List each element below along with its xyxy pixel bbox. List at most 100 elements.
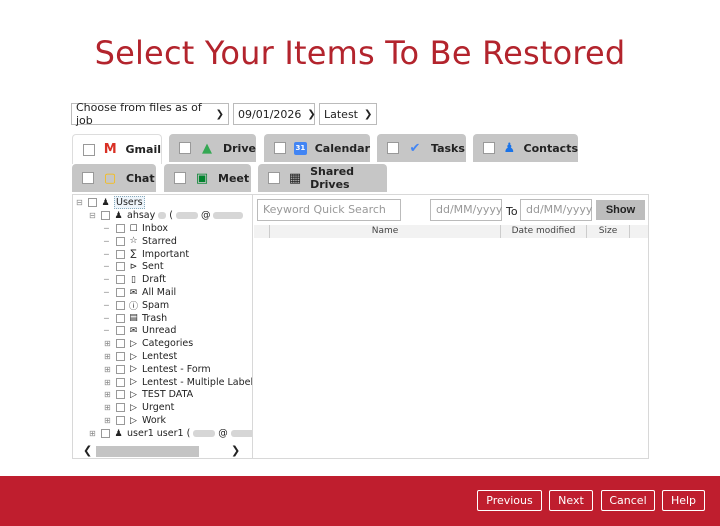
expand-icon[interactable]: ⊞ xyxy=(104,378,113,387)
expand-icon[interactable]: ⊞ xyxy=(104,390,113,399)
column-header-size[interactable]: Size xyxy=(587,225,630,238)
tree-node-label[interactable]: ⊞ ▷ Lentest - Multiple Label xyxy=(104,376,252,389)
folder-checkbox[interactable] xyxy=(116,249,125,259)
drive-checkbox[interactable] xyxy=(179,142,191,154)
tree-node-user[interactable]: ⊟ ♟ ahsay (@ xyxy=(89,209,244,222)
tree-label: All Mail xyxy=(142,287,177,298)
expand-icon[interactable]: ⊞ xyxy=(104,403,113,412)
label-checkbox[interactable] xyxy=(116,390,125,400)
tree-node-folder[interactable]: ─ ✉ All Mail xyxy=(104,286,176,299)
label-checkbox[interactable] xyxy=(116,416,125,425)
folder-checkbox[interactable] xyxy=(116,275,125,285)
date-select[interactable]: 09/01/2026 ❯ xyxy=(233,103,316,125)
user-paren: ( xyxy=(169,210,173,221)
tree-node-folder[interactable]: ─ ⓘ Spam xyxy=(104,299,169,312)
version-select[interactable]: Latest ❯ xyxy=(319,103,377,125)
collapse-icon[interactable]: ⊟ xyxy=(89,211,98,220)
calendar-checkbox[interactable] xyxy=(274,142,286,154)
tree-node-folder[interactable]: ─ ⊳ Sent xyxy=(104,260,164,273)
collapse-icon[interactable]: ⊟ xyxy=(76,198,85,207)
label-checkbox[interactable] xyxy=(116,339,125,349)
scroll-left-icon[interactable]: ❮ xyxy=(83,444,92,457)
help-button[interactable]: Help xyxy=(662,490,705,511)
shared-drives-checkbox[interactable] xyxy=(268,172,280,184)
tree-node-label[interactable]: ⊞ ▷ TEST DATA xyxy=(104,388,193,401)
tree-node-folder[interactable]: ─ ▯ Draft xyxy=(104,273,166,286)
expand-icon[interactable]: ⊞ xyxy=(104,416,113,425)
keyword-search-input[interactable]: Keyword Quick Search xyxy=(257,199,401,221)
column-header-date[interactable]: Date modified xyxy=(501,225,587,238)
tree-node-label[interactable]: ⊞ ▷ Urgent xyxy=(104,401,174,414)
scrollbar-thumb[interactable] xyxy=(96,446,199,457)
tab-drive[interactable]: ▲ Drive xyxy=(169,134,256,162)
gmail-checkbox[interactable] xyxy=(83,143,95,156)
tree-node-label[interactable]: ⊞ ▷ Lentest xyxy=(104,350,177,363)
scroll-right-icon[interactable]: ❯ xyxy=(231,444,240,457)
tasks-checkbox[interactable] xyxy=(387,142,399,154)
label-checkbox[interactable] xyxy=(116,364,125,374)
label-checkbox[interactable] xyxy=(116,403,125,413)
job-mode-select[interactable]: Choose from files as of job ❯ xyxy=(71,101,229,127)
meet-checkbox[interactable] xyxy=(174,172,186,184)
chat-checkbox[interactable] xyxy=(82,172,94,184)
folder-checkbox[interactable] xyxy=(116,288,125,297)
show-button[interactable]: Show xyxy=(596,200,645,220)
tab-tasks[interactable]: ✔ Tasks xyxy=(377,134,466,162)
user-checkbox[interactable] xyxy=(101,429,110,438)
column-header-select[interactable] xyxy=(254,225,270,238)
tab-shared-drives[interactable]: ▦ Shared Drives xyxy=(258,164,387,192)
tree-node-label[interactable]: ⊞ ▷ Lentest - Form xyxy=(104,363,211,376)
users-checkbox[interactable] xyxy=(88,198,97,207)
tree-node-folder[interactable]: ─ ∑ Important xyxy=(104,248,189,261)
previous-button[interactable]: Previous xyxy=(477,490,542,511)
tasks-icon: ✔ xyxy=(409,140,421,156)
horizontal-scrollbar[interactable]: ❮ ❯ xyxy=(73,444,252,458)
tree-node-folder[interactable]: ─ ☆ Starred xyxy=(104,235,177,248)
tab-meet[interactable]: ▣ Meet xyxy=(164,164,251,192)
date-from-input[interactable]: dd/MM/yyyy xyxy=(430,199,502,221)
tab-contacts[interactable]: ♟ Contacts xyxy=(473,134,578,162)
chevron-down-icon: ❯ xyxy=(307,108,316,120)
tree-node-label[interactable]: ⊞ ▷ Categories xyxy=(104,337,193,350)
expand-icon[interactable]: ⊞ xyxy=(104,339,113,348)
meet-icon: ▣ xyxy=(195,170,209,186)
folder-checkbox[interactable] xyxy=(116,313,125,323)
tree-node-folder[interactable]: ─ ✉ Unread xyxy=(104,324,176,337)
user-checkbox[interactable] xyxy=(101,211,110,220)
tree-label: Work xyxy=(142,415,167,426)
tab-label: Shared Drives xyxy=(310,165,355,191)
date-to-input[interactable]: dd/MM/yyyy xyxy=(520,199,592,221)
tree-node-folder[interactable]: ─ ▤ Trash xyxy=(104,312,167,325)
to-label: To xyxy=(506,205,518,218)
tree-node-users[interactable]: ⊟ ♟ Users xyxy=(76,196,145,209)
tab-calendar[interactable]: 31 Calendar xyxy=(264,134,370,162)
cancel-button[interactable]: Cancel xyxy=(601,490,655,511)
label-tag-icon: ▷ xyxy=(130,389,137,400)
label-checkbox[interactable] xyxy=(116,352,125,361)
tree-label: Spam xyxy=(142,299,170,311)
folder-checkbox[interactable] xyxy=(116,262,125,272)
expand-icon[interactable]: ⊞ xyxy=(104,365,113,374)
file-list-pane: Keyword Quick Search dd/MM/yyyy To dd/MM… xyxy=(254,195,649,458)
tab-gmail[interactable]: M Gmail xyxy=(72,134,162,164)
tree-node-label[interactable]: ⊞ ▷ Work xyxy=(104,414,166,427)
next-button[interactable]: Next xyxy=(549,490,593,511)
folder-checkbox[interactable] xyxy=(116,300,125,310)
calendar-icon: 31 xyxy=(294,141,307,155)
table-header: Name Date modified Size xyxy=(254,225,648,238)
expand-icon[interactable]: ⊞ xyxy=(104,352,113,361)
expand-icon[interactable]: ⊞ xyxy=(89,429,98,438)
tree-line: ─ xyxy=(104,288,109,297)
column-header-name[interactable]: Name xyxy=(270,225,501,238)
redacted-text xyxy=(230,430,252,437)
tree-node-folder[interactable]: ─ ☐ Inbox xyxy=(104,222,168,235)
tree-node-user[interactable]: ⊞ ♟ user1 user1 (@ xyxy=(89,427,252,440)
tab-chat[interactable]: ▢ Chat xyxy=(72,164,156,192)
folder-checkbox[interactable] xyxy=(116,236,125,246)
contacts-checkbox[interactable] xyxy=(483,142,495,154)
folder-checkbox[interactable] xyxy=(116,326,125,336)
folder-checkbox[interactable] xyxy=(116,224,125,233)
label-checkbox[interactable] xyxy=(116,377,125,387)
tree-label: Inbox xyxy=(142,223,168,234)
user-icon: ♟ xyxy=(114,428,123,439)
